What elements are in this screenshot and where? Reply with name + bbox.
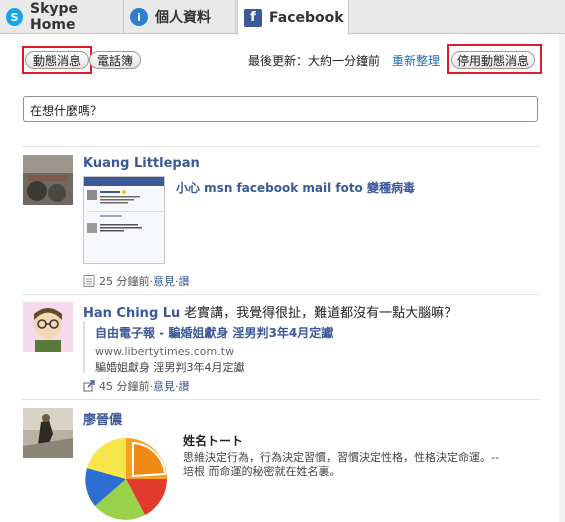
skype-icon: S	[6, 8, 24, 26]
link-description: 騙婚姐獻身 淫男判3年4月定讞	[95, 361, 245, 374]
attachment-thumbnail[interactable]	[83, 176, 165, 264]
post-author[interactable]: 廖晉儂	[83, 409, 122, 428]
post-message: 老實講，我覺得很扯，難道都沒有一點大腦嘛？	[184, 306, 458, 321]
post-header: Han Ching Lu 老實講，我覺得很扯，難道都沒有一點大腦嘛？	[83, 302, 457, 321]
facebook-icon: f	[244, 8, 262, 27]
attachment-title[interactable]: 小心 msn facebook mail foto 變種病毒	[176, 179, 415, 196]
tab-facebook[interactable]: f Facebook	[237, 0, 349, 35]
divider	[22, 399, 540, 400]
tab-skype-home[interactable]: S Skype Home	[0, 0, 124, 34]
post-meta: 45 分鐘前 · 意見 · 讚	[83, 378, 190, 394]
comment-link[interactable]: 意見	[153, 378, 175, 394]
tab-profile[interactable]: i 個人資料	[124, 0, 236, 34]
post-meta: 25 分鐘前 · 意見 · 讚	[83, 273, 190, 289]
post-time: 25 分鐘前	[99, 275, 150, 288]
avatar[interactable]	[23, 302, 73, 352]
avatar[interactable]	[23, 408, 73, 458]
scrollbar[interactable]	[559, 34, 565, 522]
tab-bar: S Skype Home i 個人資料 f Facebook	[0, 0, 565, 35]
share-icon	[83, 380, 95, 392]
attachment-pie-image[interactable]	[85, 438, 167, 520]
status-input[interactable]: 在想什麼嗎？	[23, 96, 538, 122]
tab-label: Facebook	[269, 9, 344, 26]
attachment-description: 培根 而命運的秘密就在姓名裏。	[183, 465, 341, 478]
post-author[interactable]: Kuang Littlepan	[83, 156, 200, 171]
tab-label: 個人資料	[155, 10, 211, 26]
post-time: 45 分鐘前	[99, 380, 150, 393]
note-icon	[83, 275, 95, 287]
link-title[interactable]: 自由電子報 - 騙婚姐獻身 淫男判3年4月定讞	[95, 324, 333, 341]
post-author[interactable]: Han Ching Lu	[83, 306, 180, 321]
last-updated-text: 最後更新：大約一分鐘前	[248, 54, 381, 68]
attachment-title[interactable]: 姓名トート	[183, 432, 243, 449]
comment-link[interactable]: 意見	[153, 273, 175, 289]
refresh-link[interactable]: 重新整理	[392, 52, 440, 69]
like-link[interactable]: 讚	[179, 378, 190, 394]
divider	[22, 146, 540, 147]
link-url: www.libertytimes.com.tw	[95, 345, 235, 358]
highlight-box	[447, 44, 542, 74]
like-link[interactable]: 讚	[179, 273, 190, 289]
divider	[22, 294, 540, 295]
avatar[interactable]	[23, 155, 73, 205]
tab-label: Skype Home	[30, 1, 79, 33]
highlight-box	[22, 46, 92, 74]
phonebook-button[interactable]: 電話簿	[89, 51, 141, 69]
info-icon: i	[130, 8, 148, 26]
